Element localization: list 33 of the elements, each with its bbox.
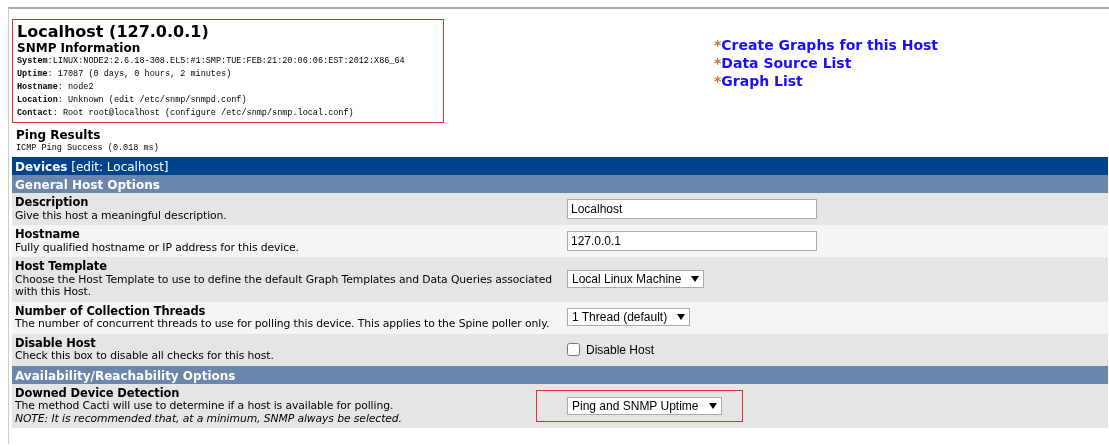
bullet-icon: * — [714, 37, 722, 53]
text-input[interactable]: 127.0.0.1 — [567, 231, 817, 251]
nav-link[interactable]: Create Graphs for this Host — [721, 37, 939, 53]
info-line: Hostname: node2 — [17, 81, 95, 94]
field-description: Number of Collection Threads The number of concurrent threads to use for polling this device. This applies to the Spine poller only. — [15, 304, 551, 331]
info-line: System:LINUX:NODE2:2.6.18-308.EL5:#1:SMP:TUE:FEB:21:20:06:06:EST:2012:X86_64 — [17, 55, 406, 68]
dropdown[interactable]: Ping and SNMP Uptime — [567, 396, 722, 415]
dropdown[interactable]: Local Linux Machine — [567, 270, 705, 288]
caret-icon — [677, 314, 686, 321]
section-heading: SNMP Information — [17, 41, 142, 55]
field-description: Description Give this host a meaningful description. — [15, 196, 228, 222]
nav-link[interactable]: Graph List — [721, 73, 803, 89]
host-title: Localhost (127.0.0.1) — [17, 22, 210, 41]
caret-icon — [691, 276, 700, 282]
info-line: Contact: Root root@localhost (configure /etc/snmp/snmp.local.conf) — [17, 107, 355, 120]
checkbox-label[interactable]: Disable Host — [586, 340, 655, 359]
section-heading: Ping Results — [16, 128, 102, 142]
info-line: Uptime: 17087 (0 days, 0 hours, 2 minutes) — [17, 68, 233, 81]
info-line: Location: Unknown (edit /etc/snmp/snmpd.conf) — [17, 94, 248, 107]
bullet-icon: * — [714, 55, 722, 71]
checkbox[interactable] — [567, 343, 580, 356]
field-description: Hostname Fully qualified hostname or IP address for this device. — [15, 228, 300, 254]
section-header: General Host Options — [12, 175, 1108, 193]
ping-result: ICMP Ping Success (0.018 ms) — [16, 142, 160, 155]
nav-link[interactable]: Data Source List — [721, 55, 852, 71]
caret-icon — [708, 402, 717, 409]
field-description: Host Template Choose the Host Template to use to define the default Graph Templates and Data Queries associated with this Host. — [15, 260, 554, 299]
field-description: Downed Device Detection The method Cacti will use to determine if a host is available for polling. NOTE: It is recommended that, at a minimum, SNMP always be selected. — [15, 386, 403, 425]
form-title-bar: Devices [edit: Localhost] — [12, 157, 1108, 175]
field-description: Disable Host Check this box to disable all checks for this host. — [15, 336, 275, 363]
dropdown[interactable]: 1 Thread (default) — [567, 308, 691, 327]
bullet-icon: * — [714, 73, 722, 89]
text-input[interactable]: Localhost — [567, 199, 817, 219]
